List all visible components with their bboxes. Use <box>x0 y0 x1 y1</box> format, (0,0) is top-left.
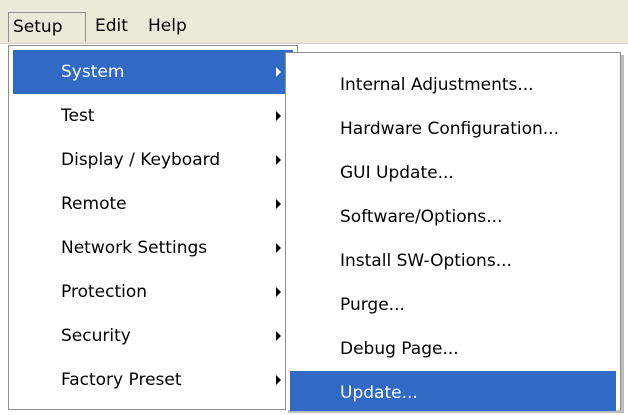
menu-item-label: Factory Preset <box>61 370 182 390</box>
menu-item-debug-page[interactable]: Debug Page... <box>290 327 616 371</box>
system-submenu: Internal Adjustments... Hardware Configu… <box>285 52 621 411</box>
menu-item-protection[interactable]: Protection <box>13 270 293 314</box>
menu-item-label: GUI Update... <box>340 163 454 183</box>
menu-item-install-sw-options[interactable]: Install SW-Options... <box>290 239 616 283</box>
submenu-arrow-icon <box>276 155 281 165</box>
menu-item-label: Software/Options... <box>340 207 503 227</box>
menu-item-network-settings[interactable]: Network Settings <box>13 226 293 270</box>
menu-item-label: Internal Adjustments... <box>340 75 534 95</box>
menu-item-label: System <box>61 62 125 82</box>
menu-bar: Setup Edit Help <box>0 0 628 44</box>
menu-item-update[interactable]: Update... <box>290 371 616 411</box>
menu-item-label: Remote <box>61 194 127 214</box>
menu-item-display-keyboard[interactable]: Display / Keyboard <box>13 138 293 182</box>
submenu-arrow-icon <box>276 243 281 253</box>
menu-item-internal-adjustments[interactable]: Internal Adjustments... <box>290 63 616 107</box>
menu-item-factory-preset[interactable]: Factory Preset <box>13 358 293 402</box>
menu-setup[interactable]: Setup <box>8 12 86 42</box>
menu-item-label: Test <box>61 106 95 126</box>
menu-item-purge[interactable]: Purge... <box>290 283 616 327</box>
submenu-arrow-icon <box>276 67 281 77</box>
setup-menu: System Test Display / Keyboard Remote Ne… <box>8 45 298 410</box>
menu-item-security[interactable]: Security <box>13 314 293 358</box>
menu-item-system[interactable]: System <box>13 50 293 94</box>
menu-item-test[interactable]: Test <box>13 94 293 138</box>
menu-item-label: Display / Keyboard <box>61 150 221 170</box>
submenu-arrow-icon <box>276 375 281 385</box>
menu-item-remote[interactable]: Remote <box>13 182 293 226</box>
menu-item-label: Debug Page... <box>340 339 459 359</box>
menu-item-label: Hardware Configuration... <box>340 119 559 139</box>
menu-item-label: Security <box>61 326 131 346</box>
submenu-arrow-icon <box>276 199 281 209</box>
menu-item-label: Update... <box>340 383 418 403</box>
menu-item-gui-update[interactable]: GUI Update... <box>290 151 616 195</box>
submenu-arrow-icon <box>276 287 281 297</box>
menu-item-software-options[interactable]: Software/Options... <box>290 195 616 239</box>
menu-item-label: Install SW-Options... <box>340 251 512 271</box>
submenu-arrow-icon <box>276 331 281 341</box>
menu-item-label: Purge... <box>340 295 405 315</box>
menu-help[interactable]: Help <box>144 12 191 42</box>
menu-item-hardware-configuration[interactable]: Hardware Configuration... <box>290 107 616 151</box>
submenu-arrow-icon <box>276 111 281 121</box>
menu-edit[interactable]: Edit <box>91 12 132 42</box>
menu-item-label: Protection <box>61 282 148 302</box>
menu-item-label: Network Settings <box>61 238 208 258</box>
